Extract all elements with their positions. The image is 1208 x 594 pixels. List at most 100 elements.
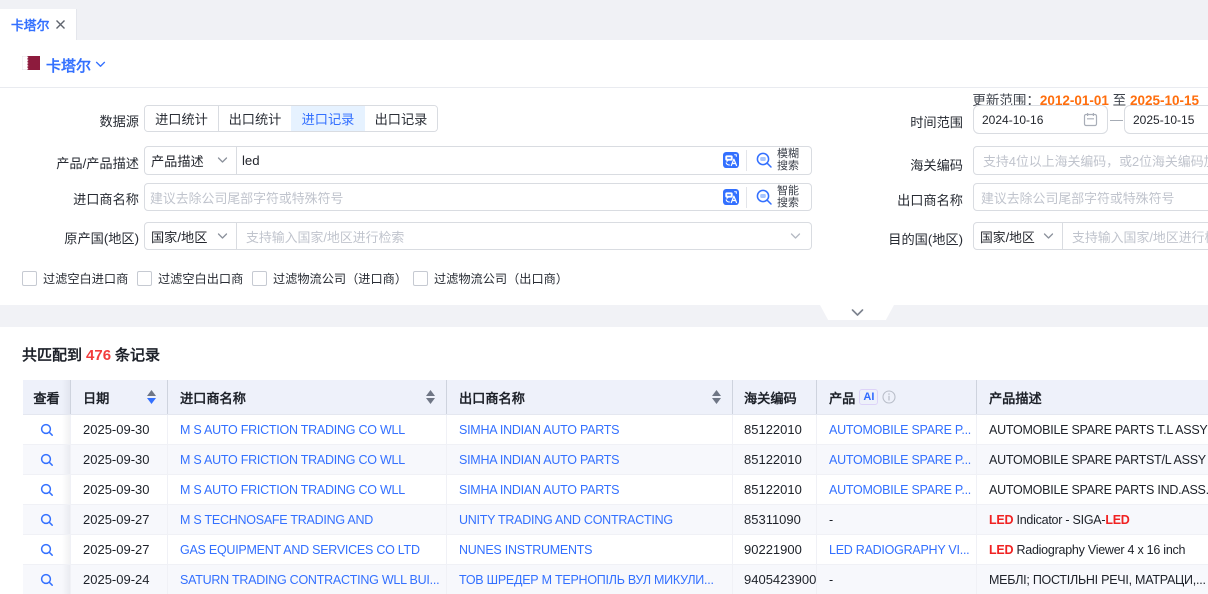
chevron-down-icon: [217, 233, 228, 240]
view-record-button[interactable]: [40, 483, 54, 497]
importer-link[interactable]: SATURN TRADING CONTRACTING WLL BUI...: [180, 573, 439, 587]
cell-text: AUTOMOBILE SPARE P...: [829, 483, 971, 497]
view-record-button[interactable]: [40, 543, 54, 557]
datasource-segmented: 进口统计出口统计进口记录出口记录: [144, 105, 438, 132]
importer-link[interactable]: GAS EQUIPMENT AND SERVICES CO LTD: [180, 543, 420, 557]
importer-label: 进口商名称: [0, 189, 139, 208]
exporter-link[interactable]: NUNES INSTRUMENTS: [459, 543, 592, 557]
select-value: 国家/地区: [151, 227, 207, 246]
importer-link[interactable]: M S TECHNOSAFE TRADING AND: [180, 513, 373, 527]
origin-label: 原产国(地区): [0, 228, 139, 247]
view-search-icon: [40, 453, 54, 467]
divider: [746, 150, 747, 171]
checkbox-label: 过滤物流公司（进口商）: [273, 269, 407, 287]
translate-icon[interactable]: [723, 189, 739, 205]
exporter-cell: SIMHA INDIAN AUTO PARTS: [447, 415, 733, 444]
cell-text: -: [829, 513, 833, 527]
sort-importer[interactable]: [426, 390, 435, 404]
product-link[interactable]: AUTOMOBILE SPARE P...: [829, 453, 971, 467]
date-cell: 2025-09-30: [71, 475, 168, 504]
date-start-input[interactable]: 2024-10-16: [973, 105, 1108, 134]
checkbox-label: 过滤空白进口商: [43, 269, 128, 287]
col-label: 出口商名称: [459, 388, 525, 407]
exporter-link[interactable]: SIMHA INDIAN AUTO PARTS: [459, 423, 619, 437]
exporter-link[interactable]: SIMHA INDIAN AUTO PARTS: [459, 453, 619, 467]
destination-country-select[interactable]: 国家/地区: [973, 222, 1063, 250]
view-cell: [23, 475, 71, 504]
product-cell: LED RADIOGRAPHY VI...: [817, 535, 977, 564]
caret-down-icon: [426, 398, 435, 404]
collapse-toggle[interactable]: [820, 305, 894, 320]
date-start-value: 2024-10-16: [982, 113, 1043, 127]
chevron-down-icon: [851, 309, 864, 317]
checkbox-label: 过滤物流公司（出口商）: [434, 269, 568, 287]
qatar-flag-icon: [22, 56, 40, 70]
importer-link[interactable]: M S AUTO FRICTION TRADING CO WLL: [180, 423, 405, 437]
info-icon[interactable]: [882, 390, 896, 404]
translate-icon[interactable]: [723, 152, 739, 168]
view-cell: [23, 415, 71, 444]
view-record-button[interactable]: [40, 453, 54, 467]
product-link[interactable]: AUTOMOBILE SPARE P...: [829, 483, 971, 497]
col-label: 日期: [83, 388, 109, 407]
exporter-link[interactable]: SIMHA INDIAN AUTO PARTS: [459, 483, 619, 497]
col-desc: 产品描述: [977, 380, 1208, 414]
cell-text: -: [829, 573, 833, 587]
datasource-option[interactable]: 进口记录: [291, 106, 364, 131]
col-importer: 进口商名称: [168, 380, 447, 414]
datasource-option[interactable]: 出口记录: [364, 106, 437, 131]
result-count: 共匹配到476条记录: [22, 344, 160, 365]
result-count-prefix: 共匹配到: [22, 347, 82, 364]
hs-cell: 90221900: [733, 535, 817, 564]
cell-text: LED Indicator - SIGA-LED: [989, 513, 1130, 527]
importer-link[interactable]: M S AUTO FRICTION TRADING CO WLL: [180, 483, 405, 497]
checkbox-icon[interactable]: [413, 271, 428, 286]
caret-down-icon: [147, 398, 156, 404]
view-cell: [23, 445, 71, 474]
datasource-option[interactable]: 进口统计: [145, 106, 218, 131]
sort-exporter[interactable]: [712, 390, 721, 404]
date-cell: 2025-09-30: [71, 415, 168, 444]
table-row: 2025-09-24SATURN TRADING CONTRACTING WLL…: [23, 565, 1208, 594]
title-chevron-down-icon[interactable]: [95, 61, 106, 68]
checkbox-icon[interactable]: [252, 271, 267, 286]
sort-date[interactable]: [147, 390, 156, 404]
filter-checkbox[interactable]: 过滤物流公司（出口商）: [413, 269, 568, 287]
update-range-to: 至: [1113, 93, 1127, 108]
col-hs: 海关编码: [733, 380, 817, 414]
importer-link[interactable]: M S AUTO FRICTION TRADING CO WLL: [180, 453, 405, 467]
product-link[interactable]: LED RADIOGRAPHY VI...: [829, 543, 969, 557]
hs-code-input[interactable]: 支持4位以上海关编码，或2位海关编码加上: [973, 146, 1208, 175]
select-value: 产品描述: [151, 151, 204, 170]
view-record-button[interactable]: [40, 513, 54, 527]
chevron-down-icon: [1043, 233, 1054, 240]
origin-input[interactable]: 支持输入国家/地区进行检索: [237, 222, 812, 250]
view-record-button[interactable]: [40, 423, 54, 437]
destination-input[interactable]: 支持输入国家/地区进行检索: [1063, 222, 1208, 250]
importer-cell: M S AUTO FRICTION TRADING CO WLL: [168, 445, 447, 474]
placeholder: 支持输入国家/地区进行检索: [1072, 227, 1208, 246]
title-bar: 卡塔尔: [0, 40, 1208, 88]
view-record-button[interactable]: [40, 573, 54, 587]
date-cell: 2025-09-30: [71, 445, 168, 474]
importer-input[interactable]: 建议去除公司尾部字符或特殊符号: [144, 183, 812, 211]
product-type-select[interactable]: 产品描述: [144, 146, 237, 175]
search-form: 更新范围：2012-01-01 至 2025-10-15 数据源 进口统计出口统…: [0, 88, 1208, 305]
checkbox-label: 过滤空白出口商: [158, 269, 243, 287]
tab-qatar[interactable]: 卡塔尔: [0, 9, 77, 40]
datasource-option[interactable]: 出口统计: [218, 106, 291, 131]
origin-country-select[interactable]: 国家/地区: [144, 222, 237, 250]
checkbox-icon[interactable]: [137, 271, 152, 286]
page-title: 卡塔尔: [46, 55, 91, 76]
exporter-input[interactable]: 建议去除公司尾部字符或特殊符号: [973, 183, 1208, 211]
exporter-link[interactable]: ТОВ ШРЕДЕР М ТЕРНОПІЛЬ ВУЛ МИКУЛИ...: [459, 573, 714, 587]
filter-checkbox[interactable]: 过滤空白出口商: [137, 269, 243, 287]
date-end-input[interactable]: 2025-10-15: [1124, 105, 1208, 134]
filter-checkbox[interactable]: 过滤空白进口商: [22, 269, 128, 287]
exporter-link[interactable]: UNITY TRADING AND CONTRACTING: [459, 513, 673, 527]
destination-label: 目的国(地区): [780, 229, 963, 248]
filter-checkbox[interactable]: 过滤物流公司（进口商）: [252, 269, 407, 287]
checkbox-icon[interactable]: [22, 271, 37, 286]
product-link[interactable]: AUTOMOBILE SPARE P...: [829, 423, 971, 437]
close-icon[interactable]: [54, 18, 67, 31]
